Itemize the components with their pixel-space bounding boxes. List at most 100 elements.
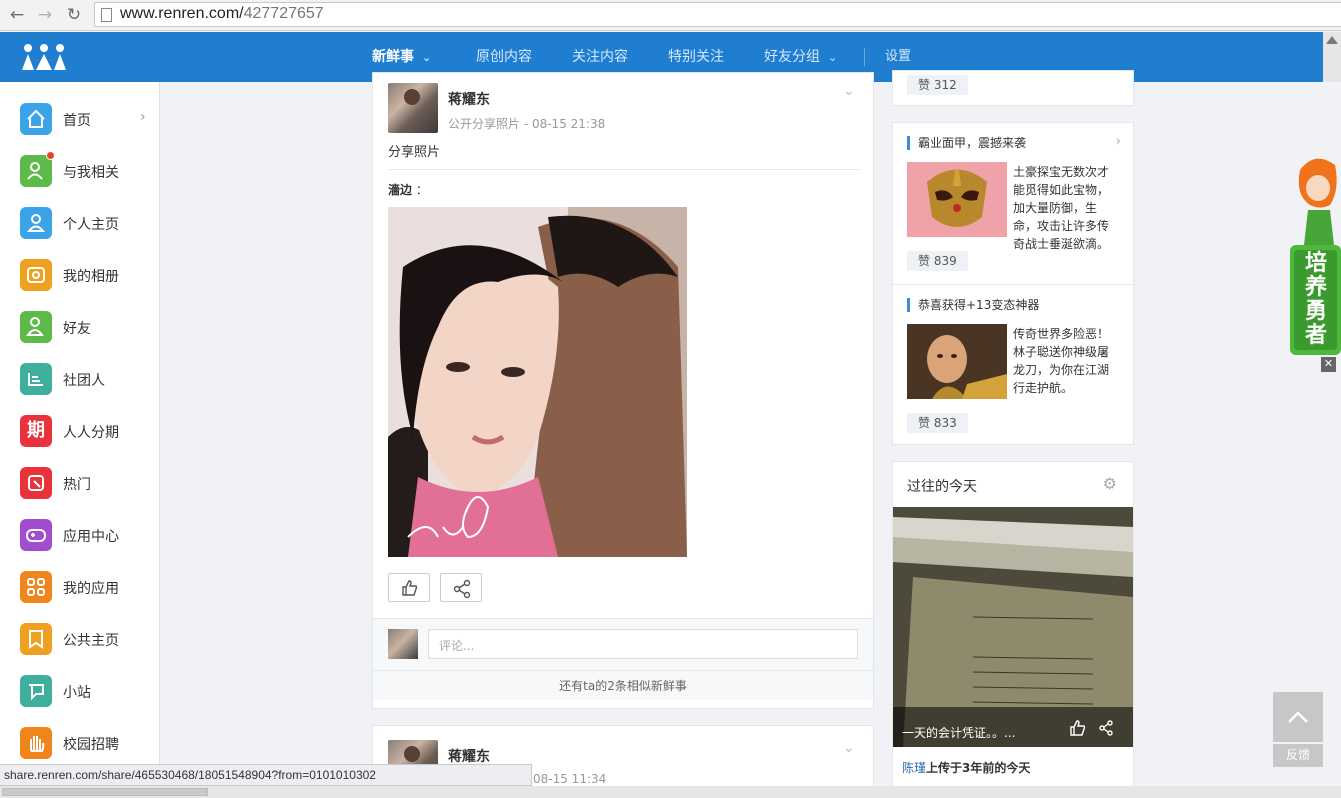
sidebar-item-label: 热门	[63, 477, 91, 493]
album-icon	[20, 259, 52, 291]
station-icon	[20, 675, 52, 707]
page-icon	[101, 8, 112, 22]
address-bar[interactable]: www.renren.com/427727657	[94, 2, 1341, 27]
like-count[interactable]: 赞 312	[907, 75, 968, 95]
feed-post: 蒋耀东 公开分享照片 - 08-15 21:38 ⌄ 分享照片 濇边 ： 评论.…	[372, 72, 874, 709]
sidebar-item-clubs[interactable]: 社团人	[0, 362, 160, 414]
post-author[interactable]: 蒋耀东	[448, 89, 490, 109]
person-icon	[20, 207, 52, 239]
shared-photo[interactable]	[388, 207, 687, 557]
sidebar-item-app-center[interactable]: 应用中心	[0, 518, 160, 570]
sidebar-item-label: 我的应用	[63, 581, 119, 597]
renren-logo[interactable]	[20, 42, 68, 72]
comment-input[interactable]: 评论...	[428, 629, 858, 659]
browser-toolbar: ← → ↻ www.renren.com/427727657	[0, 0, 1341, 31]
thumbs-up-icon	[402, 580, 418, 596]
sidebar-item-label: 与我相关	[63, 165, 119, 181]
like-count[interactable]: 赞 833	[907, 413, 968, 433]
sidebar-item-label: 小站	[63, 685, 91, 701]
avatar	[388, 629, 418, 659]
feedback-button[interactable]: 反馈	[1273, 744, 1323, 767]
sidebar-item-station[interactable]: 小站	[0, 674, 160, 726]
close-icon[interactable]: ✕	[1321, 357, 1336, 372]
share-icon[interactable]	[1098, 720, 1114, 736]
hot-icon	[20, 467, 52, 499]
sidebar-item-label: 应用中心	[63, 529, 119, 545]
sidebar-item-public-pages[interactable]: 公共主页	[0, 622, 160, 674]
ad-title[interactable]: 恭喜获得+13变态神器	[907, 298, 1039, 312]
url-text: www.renren.com/427727657	[120, 5, 324, 22]
installment-icon: 期	[20, 415, 52, 447]
ad-image[interactable]	[907, 324, 1007, 399]
sidebar-item-label: 首页	[63, 113, 91, 129]
club-icon	[20, 363, 52, 395]
game-mascot-widget[interactable]: 培养勇者	[1290, 150, 1341, 355]
sidebar-item-my-apps[interactable]: 我的应用	[0, 570, 160, 622]
ads-card: 霸业面甲，震撼来袭 › 土豪探宝无数次才能觅得如此宝物，加大量防御，生命，攻击让…	[892, 122, 1134, 445]
chevron-down-icon: ⌄	[828, 51, 838, 64]
reload-icon[interactable]: ↻	[63, 4, 85, 26]
more-similar-link[interactable]: 还有ta的2条相似新鲜事	[373, 670, 873, 700]
source-name[interactable]: 濇边	[388, 183, 412, 197]
notification-dot	[46, 151, 55, 160]
chevron-right-icon: ›	[140, 109, 146, 125]
sidebar-item-installments[interactable]: 期 人人分期	[0, 414, 160, 466]
sidebar-item-label: 公共主页	[63, 633, 119, 649]
share-source: 濇边 ：	[388, 183, 428, 197]
forward-icon[interactable]: →	[34, 4, 56, 26]
share-icon	[453, 579, 471, 599]
back-icon[interactable]: ←	[6, 4, 28, 26]
comment-area: 评论...	[373, 618, 873, 670]
left-sidebar: 首页 › 与我相关 个人主页 我的相册 好友 社团人 期 人人分期 热门 应用中…	[0, 82, 160, 798]
ad-title[interactable]: 霸业面甲，震撼来袭	[907, 136, 1026, 150]
back-to-top-button[interactable]	[1273, 692, 1323, 742]
ad-image[interactable]	[907, 162, 1007, 237]
past-photo[interactable]: 一天的会计凭证。。...	[893, 507, 1133, 747]
like-count[interactable]: 赞 839	[907, 251, 968, 271]
post-text: 分享照片	[388, 145, 441, 160]
card-title: 过往的今天	[907, 479, 977, 495]
chevron-right-icon[interactable]: ›	[1116, 134, 1121, 149]
divider	[388, 169, 859, 170]
scrollbar-up-arrow[interactable]	[1323, 32, 1341, 82]
horizontal-scrollbar[interactable]	[0, 786, 1341, 798]
gear-icon[interactable]: ⚙	[1103, 474, 1117, 493]
mascot-text: 培养勇者	[1304, 251, 1327, 348]
uploader-link[interactable]: 陈瑾	[902, 761, 926, 775]
nav-divider	[864, 48, 865, 66]
status-bar: share.renren.com/share/465530468/1805154…	[0, 764, 532, 786]
sidebar-item-label: 好友	[63, 321, 91, 337]
divider	[893, 284, 1133, 285]
friends-icon	[20, 311, 52, 343]
sidebar-item-hot[interactable]: 热门	[0, 466, 160, 518]
scrollbar-thumb[interactable]	[2, 788, 208, 796]
chevron-down-icon[interactable]: ⌄	[843, 740, 855, 756]
sidebar-item-home[interactable]: 首页 ›	[0, 102, 160, 154]
gamepad-icon	[20, 519, 52, 551]
share-button[interactable]	[440, 573, 482, 602]
past-today-card: 过往的今天 ⚙ 一天的会计凭证。。... 陈瑾上传于3年前的今天	[892, 461, 1134, 798]
sidebar-item-friends[interactable]: 好友	[0, 310, 160, 362]
sidebar-item-label: 校园招聘	[63, 737, 119, 753]
photo-caption: 一天的会计凭证。。...	[902, 726, 1016, 740]
sidebar-item-albums[interactable]: 我的相册	[0, 258, 160, 310]
bookmark-icon	[20, 623, 52, 655]
chevron-up-icon	[1288, 711, 1308, 723]
home-icon	[20, 103, 52, 135]
post-meta: 08-15 11:34	[533, 772, 607, 786]
sidebar-item-profile[interactable]: 个人主页	[0, 206, 160, 258]
sidebar-item-label: 我的相册	[63, 269, 119, 285]
apps-grid-icon	[20, 571, 52, 603]
ad-text: 土豪探宝无数次才能觅得如此宝物，加大量防御，生命，攻击让许多传奇战士垂涎欲滴。	[1013, 165, 1110, 251]
sidebar-item-related-to-me[interactable]: 与我相关	[0, 151, 160, 206]
sidebar-item-label: 社团人	[63, 373, 105, 389]
chevron-down-icon[interactable]: ⌄	[843, 83, 855, 99]
thumbs-up-icon[interactable]	[1069, 720, 1087, 736]
like-button[interactable]	[388, 573, 430, 602]
avatar[interactable]	[388, 83, 438, 133]
post-author[interactable]: 蒋耀东	[448, 746, 490, 766]
hand-icon	[20, 727, 52, 759]
chevron-down-icon: ⌄	[422, 51, 432, 64]
post-meta: 公开分享照片 - 08-15 21:38	[448, 117, 606, 131]
sidebar-item-label: 人人分期	[63, 425, 119, 441]
